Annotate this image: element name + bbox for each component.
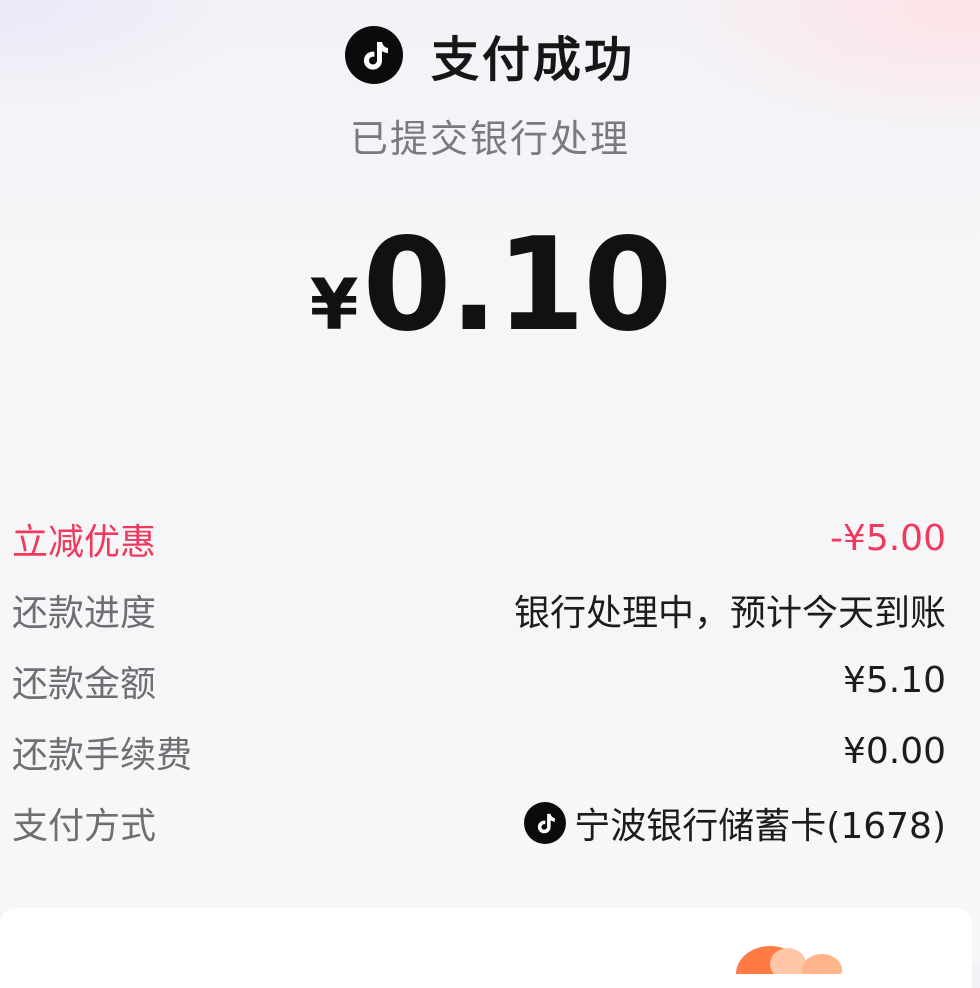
detail-label: 还款进度 — [12, 592, 157, 634]
detail-row-fee: 还款手续费 ¥0.00 — [12, 716, 946, 787]
detail-label: 还款金额 — [12, 663, 157, 705]
detail-row-payment-method: 支付方式 宁波银行储蓄卡(1678) — [12, 787, 946, 858]
douyin-logo-icon — [344, 26, 403, 84]
amount-value: 0.10 — [362, 211, 672, 360]
currency-symbol: ¥ — [309, 264, 359, 346]
promo-illustration-icon — [736, 946, 842, 974]
detail-value: -¥5.00 — [829, 518, 946, 559]
detail-row-discount: 立减优惠 -¥5.00 — [12, 503, 946, 574]
detail-row-progress: 还款进度 银行处理中，预计今天到账 — [12, 574, 946, 645]
detail-value: ¥0.00 — [842, 731, 946, 772]
status-subtitle: 已提交银行处理 — [349, 117, 630, 161]
page-title: 支付成功 — [430, 32, 635, 88]
detail-label: 立减优惠 — [12, 521, 157, 563]
payment-header: 支付成功 — [0, 20, 980, 90]
payment-method-value: 宁波银行储蓄卡(1678) — [524, 797, 946, 849]
detail-label: 支付方式 — [12, 805, 157, 847]
douyin-logo-icon — [524, 801, 567, 844]
detail-value: 银行处理中，预计今天到账 — [513, 592, 946, 634]
payment-method-text: 宁波银行储蓄卡(1678) — [574, 805, 946, 847]
detail-row-repay-amount: 还款金额 ¥5.10 — [12, 645, 946, 716]
payment-details: 立减优惠 -¥5.00 还款进度 银行处理中，预计今天到账 还款金额 ¥5.10… — [12, 503, 946, 858]
payment-amount: ¥ 0.10 — [0, 222, 980, 350]
detail-label: 还款手续费 — [12, 734, 193, 776]
detail-value: ¥5.10 — [842, 660, 946, 701]
